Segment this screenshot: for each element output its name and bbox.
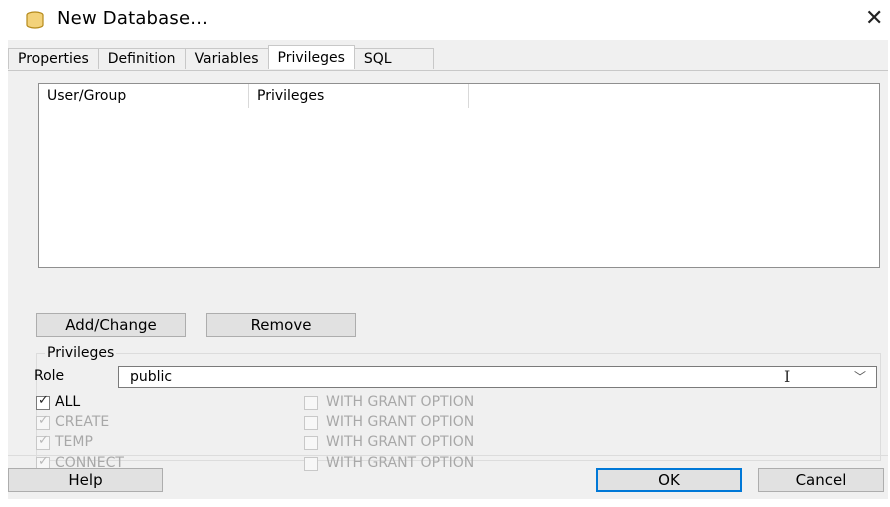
privileges-panel: User/Group Privileges Add/Change Remove … (8, 70, 888, 471)
privileges-list[interactable]: User/Group Privileges (38, 83, 880, 268)
checkbox-create-label: CREATE (55, 414, 110, 430)
check-icon: ✓ (38, 413, 49, 428)
checkbox-temp[interactable]: ✓ (36, 433, 50, 450)
tab-definition[interactable]: Definition (97, 48, 186, 69)
checkbox-connect-grant[interactable] (304, 457, 318, 471)
tab-privileges[interactable]: Privileges (267, 45, 355, 69)
privileges-group-title: Privileges (45, 345, 117, 361)
add-change-button[interactable]: Add/Change (36, 313, 186, 337)
checkbox-temp-grant[interactable] (304, 436, 318, 450)
checkbox-create-grant[interactable] (304, 416, 318, 430)
check-icon: ✓ (38, 433, 49, 448)
remove-button[interactable]: Remove (206, 313, 356, 337)
checkbox-temp-label: TEMP (55, 434, 93, 450)
window-title: New Database... (57, 8, 209, 29)
grant-option-label: WITH GRANT OPTION (326, 394, 475, 410)
list-header: User/Group Privileges (39, 84, 879, 108)
grant-option-label: WITH GRANT OPTION (326, 455, 475, 471)
footer-divider (8, 455, 888, 456)
checkbox-all-grant[interactable] (304, 396, 318, 410)
tab-sql[interactable]: SQL (353, 48, 434, 69)
chevron-down-icon[interactable]: ﹀ (854, 368, 866, 385)
check-icon: ✓ (38, 454, 49, 469)
checkbox-all-label: ALL (55, 394, 81, 410)
role-select[interactable]: public I ﹀ (118, 366, 877, 388)
help-button[interactable]: Help (8, 468, 163, 492)
title-bar: New Database... ✕ (0, 0, 890, 40)
role-label: Role (34, 368, 65, 384)
checkbox-all[interactable]: ✓ (36, 393, 50, 410)
dialog-body: Properties Definition Variables Privileg… (8, 40, 888, 499)
role-select-value: public (130, 369, 173, 385)
text-cursor-icon: I (784, 367, 791, 386)
database-icon (26, 11, 44, 29)
ok-button[interactable]: OK (596, 468, 742, 492)
tab-properties[interactable]: Properties (8, 48, 99, 69)
close-icon[interactable]: ✕ (865, 6, 883, 31)
tab-variables[interactable]: Variables (184, 48, 269, 69)
cancel-button[interactable]: Cancel (758, 468, 884, 492)
checkbox-create[interactable]: ✓ (36, 413, 50, 430)
grant-option-label: WITH GRANT OPTION (326, 414, 475, 430)
grant-option-label: WITH GRANT OPTION (326, 434, 475, 450)
tab-bar: Properties Definition Variables Privileg… (8, 45, 434, 70)
column-user-group[interactable]: User/Group (39, 84, 249, 108)
column-privileges[interactable]: Privileges (249, 84, 469, 108)
check-icon: ✓ (38, 393, 49, 408)
